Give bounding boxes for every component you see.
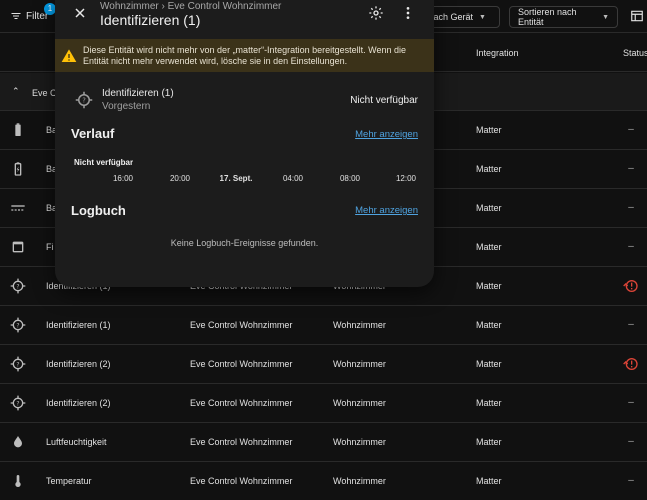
firmware-icon <box>12 241 24 253</box>
alert-icon <box>61 48 77 62</box>
row-integration: Matter <box>476 437 502 447</box>
column-status[interactable]: Status <box>623 48 647 58</box>
history-tick-label: 12:00 <box>395 174 417 183</box>
table-row[interactable]: ? Identifizieren (1) Eve Control Wohnzimme… <box>0 306 647 345</box>
battery-icon <box>15 123 21 136</box>
thermometer-icon <box>15 475 21 487</box>
row-name: Luftfeuchtigkeit <box>46 437 107 447</box>
breadcrumb[interactable]: Wohnzimmer › Eve Control Wohnzimmer <box>100 1 281 12</box>
svg-text:?: ? <box>16 322 19 329</box>
row-integration: Matter <box>476 320 502 330</box>
close-icon <box>75 8 85 18</box>
row-name: Identifizieren (1) <box>46 320 111 330</box>
water-percent-icon <box>14 436 22 448</box>
crosshairs-question-icon: ? <box>10 317 26 333</box>
dialog-title: Identifizieren (1) <box>100 12 201 28</box>
crosshairs-question-icon: ? <box>10 395 26 411</box>
crosshairs-question-icon: ? <box>10 356 26 372</box>
svg-text:?: ? <box>82 97 86 105</box>
svg-text:?: ? <box>16 400 19 407</box>
crosshairs-question-icon: ? <box>10 278 26 294</box>
warning-alert: Diese Entität wird nicht mehr von der „m… <box>55 39 434 72</box>
crosshairs-question-icon: ? <box>75 91 93 109</box>
column-integration[interactable]: Integration <box>476 48 519 58</box>
row-integration: Matter <box>476 242 502 252</box>
row-name: Identifizieren (2) <box>46 398 111 408</box>
history-tick-label: 08:00 <box>339 174 361 183</box>
row-integration: Matter <box>476 164 502 174</box>
row-device: Eve Control Wohnzimmer <box>190 476 293 486</box>
current-dc-icon <box>11 205 25 211</box>
logbook-more-link[interactable]: Mehr anzeigen <box>355 205 418 216</box>
row-status: – <box>628 475 634 486</box>
dots-vertical-icon <box>406 7 410 19</box>
row-status: – <box>628 163 634 174</box>
history-tick-label: 17. Sept. <box>219 174 253 183</box>
svg-text:?: ? <box>16 283 19 290</box>
breadcrumb-area: Wohnzimmer <box>100 1 159 12</box>
row-status: – <box>628 241 634 252</box>
row-status: – <box>628 436 634 447</box>
history-title: Verlauf <box>71 126 115 141</box>
row-status: – <box>628 397 634 408</box>
table-row[interactable]: Temperatur Eve Control Wohnzimmer Wohnzimm… <box>0 462 647 500</box>
battery-charging-icon <box>14 162 22 176</box>
filter-icon <box>11 13 21 19</box>
history-tick-label: 16:00 <box>112 174 134 183</box>
history-state-label: Nicht verfügbar <box>74 158 134 167</box>
row-status: – <box>628 202 634 213</box>
logbook-title: Logbuch <box>71 203 126 218</box>
chevron-down-icon: ▼ <box>479 13 486 21</box>
row-status: – <box>628 319 634 330</box>
settings-button[interactable] <box>368 5 384 21</box>
logbook-empty-text: Keine Logbuch-Ereignisse gefunden. <box>170 238 319 248</box>
more-options-button[interactable] <box>400 5 416 21</box>
warning-text: Diese Entität wird nicht mehr von der „m… <box>83 44 406 66</box>
close-button[interactable] <box>72 5 88 21</box>
row-device: Eve Control Wohnzimmer <box>190 320 293 330</box>
row-device: Eve Control Wohnzimmer <box>190 398 293 408</box>
chevron-up-icon[interactable]: ⌃ <box>12 86 20 97</box>
row-integration: Matter <box>476 281 502 291</box>
row-name: Identifizieren (2) <box>46 359 111 369</box>
entity-name: Identifizieren (1) <box>102 88 174 99</box>
table-row[interactable]: ? Identifizieren (2) Eve Control Wohnzimme… <box>0 384 647 423</box>
row-integration: Matter <box>476 398 502 408</box>
history-more-link[interactable]: Mehr anzeigen <box>355 129 418 140</box>
breadcrumb-device: Eve Control Wohnzimmer <box>167 1 282 12</box>
breadcrumb-separator: › <box>161 1 165 12</box>
history-tick-label: 20:00 <box>169 174 191 183</box>
history-tick-label: 04:00 <box>282 174 304 183</box>
svg-text:?: ? <box>16 361 19 368</box>
row-area: Wohnzimmer <box>333 359 386 369</box>
table-row[interactable]: Luftfeuchtigkeit Eve Control Wohnzimmer Wo… <box>0 423 647 462</box>
table-row[interactable]: ? Identifizieren (2) Eve Control Wohnzimme… <box>0 345 647 384</box>
entity-last-changed: Vorgestern <box>102 101 151 112</box>
row-integration: Matter <box>476 125 502 135</box>
row-integration: Matter <box>476 476 502 486</box>
row-name: Temperatur <box>46 476 92 486</box>
gear-icon <box>369 6 383 20</box>
row-device: Eve Control Wohnzimmer <box>190 437 293 447</box>
row-area: Wohnzimmer <box>333 476 386 486</box>
sort-label: Sortieren nach Entität <box>518 7 577 27</box>
row-integration: Matter <box>476 359 502 369</box>
chevron-down-icon: ▼ <box>602 13 609 21</box>
row-device: Eve Control Wohnzimmer <box>190 359 293 369</box>
row-area: Wohnzimmer <box>333 398 386 408</box>
more-info-dialog: Wohnzimmer › Eve Control Wohnzimmer Iden… <box>55 0 434 287</box>
entity-state: Nicht verfügbar <box>350 95 418 106</box>
row-status: – <box>628 124 634 135</box>
restore-alert-icon <box>623 356 639 372</box>
restore-alert-icon <box>623 278 639 294</box>
row-name: Fi <box>46 242 54 252</box>
sort-button[interactable]: Sortieren nach Entität ▼ <box>509 6 618 28</box>
row-area: Wohnzimmer <box>333 437 386 447</box>
column-settings-icon[interactable] <box>630 9 644 23</box>
row-area: Wohnzimmer <box>333 320 386 330</box>
row-integration: Matter <box>476 203 502 213</box>
